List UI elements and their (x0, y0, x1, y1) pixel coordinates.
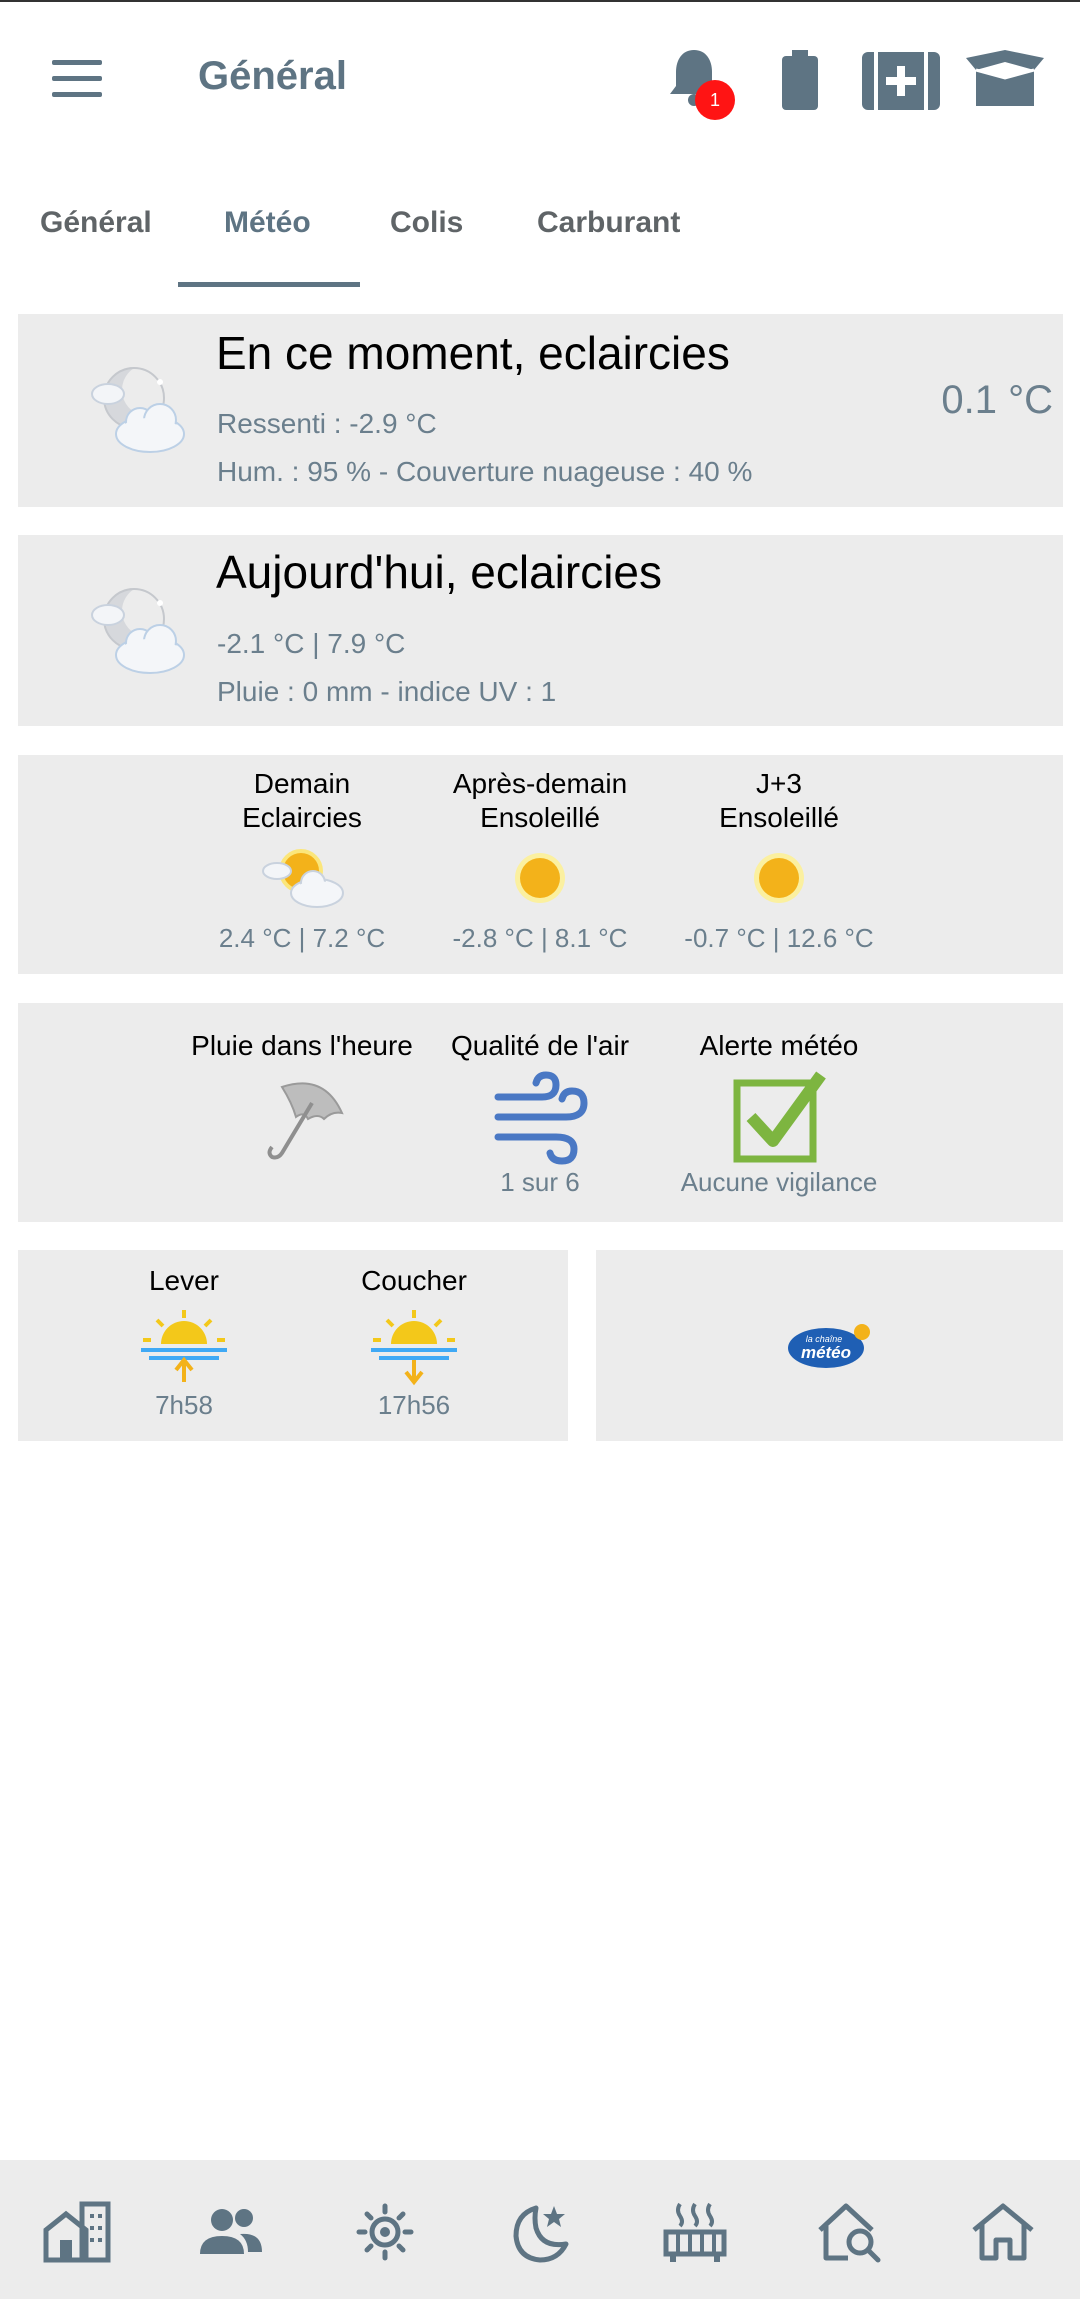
moon-cloud-icon (91, 585, 185, 674)
menu-button[interactable] (44, 54, 110, 104)
menu-icon-bar (52, 76, 102, 81)
today-temperature-range: -2.1 °C | 7.9 °C (217, 628, 406, 659)
forecast-condition: Ensoleillé (480, 802, 600, 833)
bottom-navigation (0, 2160, 1080, 2299)
sunset-icon (371, 1310, 457, 1386)
today-condition-title: Aujourd'hui, eclaircies (216, 546, 663, 598)
menu-icon-bar (52, 60, 102, 65)
sunset: Coucher 17h56 (284, 1264, 544, 1421)
brightness-icon (356, 2203, 414, 2261)
nav-buildings[interactable] (42, 2200, 112, 2264)
menu-icon-bar (52, 92, 102, 97)
current-weather-card: En ce moment, eclaircies Ressenti : -2.9… (18, 314, 1063, 507)
sunrise-icon (141, 1310, 227, 1382)
buildings-icon (43, 2201, 111, 2263)
moon-cloud-icon (91, 364, 185, 453)
today-weather-card: Aujourd'hui, eclaircies -2.1 °C | 7.9 °C… (18, 535, 1063, 726)
moon-star-icon (513, 2205, 569, 2263)
forecast-temperature-range: 2.4 °C | 7.2 °C (218, 923, 386, 953)
sun-icon (515, 853, 565, 903)
sunrise-label: Lever (148, 1265, 220, 1296)
forecast-card: Demain Eclaircies 2.4 °C | 7.2 °C Après-… (18, 755, 1063, 974)
first-aid-kit-icon (862, 52, 940, 110)
sunset-time: 17h56 (377, 1390, 451, 1420)
active-tab-indicator (178, 282, 360, 287)
weather-alert-value: Aucune vigilance (680, 1167, 878, 1197)
forecast-condition: Ensoleillé (719, 802, 839, 833)
sun-times-card: Lever 7h58 Coucher 17h56 (18, 1250, 568, 1441)
nav-night[interactable] (506, 2200, 576, 2264)
forecast-day-name: Demain (253, 768, 351, 799)
felt-temperature: Ressenti : -2.9 °C (217, 408, 437, 439)
tab-bar: Général Météo Colis Carburant (0, 190, 1080, 288)
app-bar: Général 1 (0, 2, 1080, 152)
forecast-temperature-range: -2.8 °C | 8.1 °C (452, 923, 628, 953)
battery-icon (782, 50, 818, 110)
forecast-day: Demain Eclaircies 2.4 °C | 7.2 °C (182, 767, 422, 954)
nav-lighting[interactable] (350, 2200, 420, 2264)
rain-next-hour-label: Pluie dans l'heure (191, 1030, 413, 1061)
forecast-temperature-range: -0.7 °C | 12.6 °C (684, 923, 874, 953)
page-title: Général (198, 54, 347, 98)
forecast-day-name: Après-demain (452, 768, 628, 799)
notification-badge: 1 (695, 80, 735, 120)
sunset-label: Coucher (361, 1265, 467, 1296)
forecast-day-name: J+3 (756, 768, 802, 799)
nav-people[interactable] (196, 2200, 266, 2264)
la-chaine-meteo-logo: la chaîne météo (788, 1324, 870, 1368)
home-search-icon (818, 2203, 881, 2263)
medical-button[interactable] (862, 50, 940, 112)
sun-icon (754, 853, 804, 903)
forecast-day: J+3 Ensoleillé -0.7 °C | 12.6 °C (659, 767, 899, 954)
weather-status-card: Pluie dans l'heure Qualité de l'air 1 su… (18, 1003, 1063, 1222)
humidity-cloud-cover: Hum. : 95 % - Couverture nuageuse : 40 % (217, 456, 753, 487)
weather-alert[interactable]: Alerte météo Aucune vigilance (659, 1029, 899, 1198)
checkbox-icon (733, 1071, 826, 1163)
current-temperature: 0.1 °C (941, 378, 1053, 422)
nav-home[interactable] (968, 2200, 1038, 2264)
weather-alert-label: Alerte météo (699, 1030, 859, 1061)
battery-button[interactable] (780, 50, 820, 110)
open-box-icon (966, 50, 1044, 106)
forecast-condition: Eclaircies (242, 802, 362, 833)
sunrise: Lever 7h58 (54, 1264, 314, 1421)
rain-uv-index: Pluie : 0 mm - indice UV : 1 (217, 676, 557, 707)
tab-general[interactable]: Général (40, 206, 152, 240)
provider-logo-card[interactable]: la chaîne météo (596, 1250, 1063, 1441)
heater-icon (663, 2202, 727, 2262)
forecast-day: Après-demain Ensoleillé -2.8 °C | 8.1 °C (420, 767, 660, 954)
umbrella-icon (267, 1082, 344, 1160)
tab-meteo[interactable]: Météo (224, 206, 311, 240)
parcel-button[interactable] (962, 48, 1048, 112)
current-condition-title: En ce moment, eclaircies (216, 327, 730, 379)
rain-next-hour[interactable]: Pluie dans l'heure (182, 1029, 422, 1167)
sun-cloud-icon (262, 849, 344, 908)
air-quality[interactable]: Qualité de l'air 1 sur 6 (420, 1029, 660, 1198)
nav-heating[interactable] (660, 2200, 730, 2264)
air-quality-value: 1 sur 6 (500, 1167, 580, 1197)
tab-colis[interactable]: Colis (390, 206, 463, 240)
sunrise-time: 7h58 (155, 1390, 213, 1420)
wind-icon (494, 1071, 588, 1165)
people-icon (200, 2209, 262, 2254)
nav-home-search[interactable] (814, 2200, 884, 2264)
tab-carburant[interactable]: Carburant (537, 206, 680, 240)
air-quality-label: Qualité de l'air (450, 1030, 630, 1061)
logo-line2: météo (801, 1343, 851, 1362)
notifications-button[interactable]: 1 (666, 46, 740, 126)
home-icon (972, 2203, 1034, 2261)
